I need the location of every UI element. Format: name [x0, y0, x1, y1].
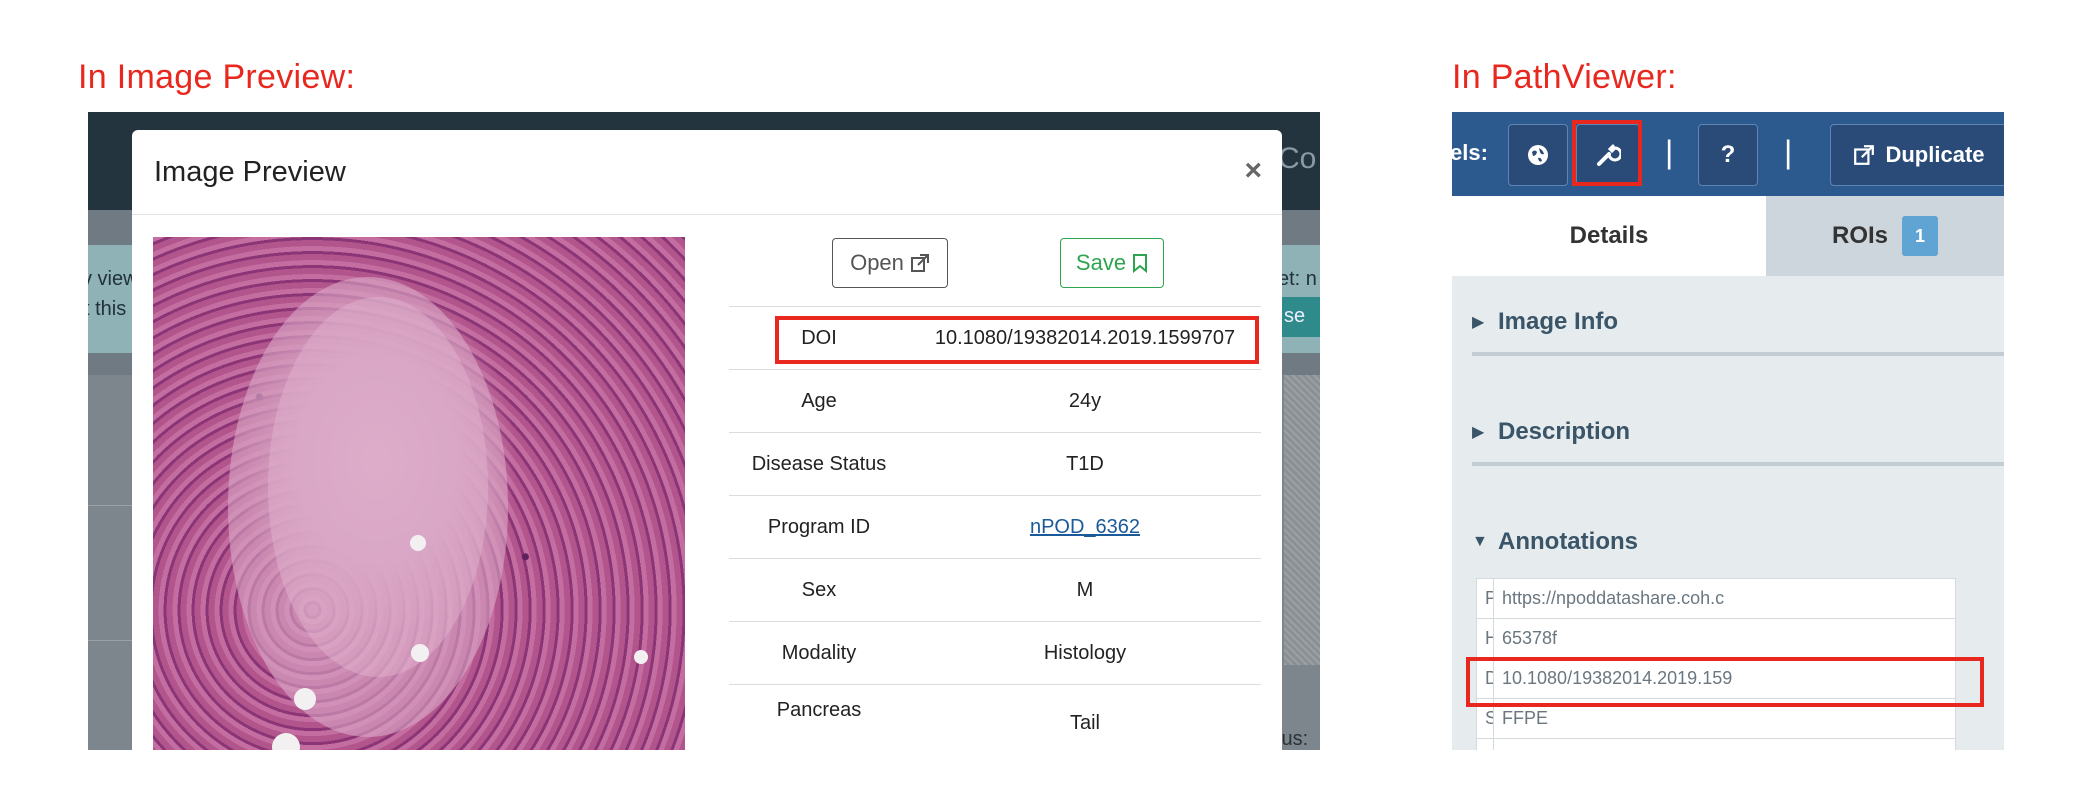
image-info-label: Image Info	[1498, 308, 1619, 335]
annotation-key: Sample info - Processing Ty	[1476, 698, 1494, 739]
table-row: DOI 10.1080/19382014.2019.1599707	[729, 306, 1261, 370]
rois-count-badge: 1	[1902, 216, 1938, 256]
age-value: 24y	[909, 369, 1261, 433]
image-preview-screenshot: Co v view t this et: n se tus: T Image P…	[88, 112, 1320, 750]
external-link-icon	[1854, 145, 1875, 165]
globe-button[interactable]	[1508, 124, 1568, 186]
table-row: Hex code - H&E 65378f	[1476, 618, 1956, 659]
disease-status-value: T1D	[909, 432, 1261, 496]
doi-value: 10.1080/19382014.2019.1599707	[909, 306, 1261, 370]
modal-divider	[132, 214, 1282, 215]
table-row: Pancreas Tail	[729, 684, 1261, 750]
sex-label: Sex	[729, 558, 909, 622]
modality-value: Histology	[909, 621, 1261, 685]
save-button-label: Save	[1075, 250, 1127, 275]
table-row: Program ID link https://npoddatashare.co…	[1476, 578, 1956, 619]
pancreas-label: Pancreas	[729, 684, 909, 750]
background-status-text: tus: T	[1276, 728, 1309, 750]
sex-value: M	[909, 558, 1261, 622]
program-id-cell: nPOD_6362	[909, 495, 1261, 559]
table-row: Age 24y	[729, 369, 1261, 433]
annotation-value	[1493, 738, 1956, 750]
caret-right-icon: ▶	[1472, 314, 1485, 331]
histology-image	[153, 237, 685, 750]
annotation-key: Program ID link	[1476, 578, 1494, 619]
annotations-section[interactable]: ▼ Annotations	[1472, 512, 2004, 572]
table-row: Sex M	[729, 558, 1261, 622]
age-label: Age	[729, 369, 909, 433]
bookmark-icon	[1133, 254, 1148, 273]
annotation-value: FFPE	[1493, 698, 1956, 739]
background-banner-text: et: n	[1278, 268, 1317, 290]
annotation-value: 65378f	[1493, 618, 1956, 659]
modality-label: Modality	[729, 621, 909, 685]
doi-label: DOI	[729, 306, 909, 370]
histology-texture	[228, 277, 648, 750]
tab-details[interactable]: Details	[1452, 196, 1766, 276]
caret-right-icon: ▶	[1472, 424, 1485, 441]
pathviewer-screenshot: els: | ? | Duplicate Details ROIs 1 ▶ Im…	[1452, 112, 2004, 750]
program-id-link[interactable]: nPOD_6362	[1030, 516, 1140, 538]
wrench-button[interactable]	[1576, 124, 1640, 186]
table-row	[1476, 738, 1956, 750]
background-header-text: Co	[1278, 142, 1317, 175]
close-icon[interactable]: ×	[1244, 154, 1262, 188]
annotation-value: 10.1080/19382014.2019.159	[1493, 658, 1956, 699]
pathviewer-caption: In PathViewer:	[1452, 58, 1677, 96]
open-button[interactable]: Open	[832, 238, 948, 288]
annotation-key: DOI	[1476, 658, 1494, 699]
image-info-section[interactable]: ▶ Image Info	[1472, 292, 2004, 356]
table-row: Disease Status T1D	[729, 432, 1261, 496]
table-row: Program ID nPOD_6362	[729, 495, 1261, 559]
image-preview-caption: In Image Preview:	[78, 58, 356, 96]
annotations-label: Annotations	[1498, 528, 1638, 555]
pathviewer-toolbar: els: | ? | Duplicate	[1452, 112, 2004, 196]
annotations-table: Program ID link https://npoddatashare.co…	[1476, 578, 1956, 750]
toolbar-separator: |	[1784, 134, 1793, 170]
annotation-value: https://npoddatashare.coh.c	[1493, 578, 1956, 619]
background-banner-text: t this	[88, 298, 127, 320]
open-button-label: Open	[850, 250, 904, 275]
background-banner-text: v view	[88, 268, 138, 290]
modal-title: Image Preview	[154, 156, 346, 188]
table-row: Sample info - Processing Ty FFPE	[1476, 698, 1956, 739]
duplicate-label: Duplicate	[1885, 142, 1985, 167]
image-info-table: DOI 10.1080/19382014.2019.1599707 Age 24…	[729, 306, 1261, 750]
annotation-key	[1476, 738, 1494, 750]
pancreas-value: Tail	[909, 684, 1261, 750]
duplicate-button[interactable]: Duplicate	[1830, 124, 2004, 186]
tab-rois[interactable]: ROIs 1	[1766, 196, 2004, 276]
table-row: Modality Histology	[729, 621, 1261, 685]
description-label: Description	[1498, 418, 1631, 445]
toolbar-separator: |	[1665, 134, 1674, 170]
save-button[interactable]: Save	[1060, 238, 1164, 288]
external-link-icon	[910, 254, 929, 272]
background-banner-button-text: se	[1284, 305, 1306, 327]
program-id-label: Program ID	[729, 495, 909, 559]
toolbar-label: els:	[1452, 140, 1488, 165]
disease-status-label: Disease Status	[729, 432, 909, 496]
tab-rois-label: ROIs	[1831, 222, 1888, 249]
wrench-icon	[1597, 144, 1621, 166]
table-row: DOI 10.1080/19382014.2019.159	[1476, 658, 1956, 699]
caret-down-icon: ▼	[1472, 533, 1488, 550]
description-section[interactable]: ▶ Description	[1472, 402, 2004, 466]
image-preview-modal: Image Preview × Open Save DOI 10.1080/19…	[132, 130, 1282, 750]
annotation-key: Hex code - H&E	[1476, 618, 1494, 659]
background-thumbnail	[1284, 375, 1320, 665]
globe-icon	[1528, 145, 1548, 165]
help-button[interactable]: ?	[1698, 124, 1758, 186]
